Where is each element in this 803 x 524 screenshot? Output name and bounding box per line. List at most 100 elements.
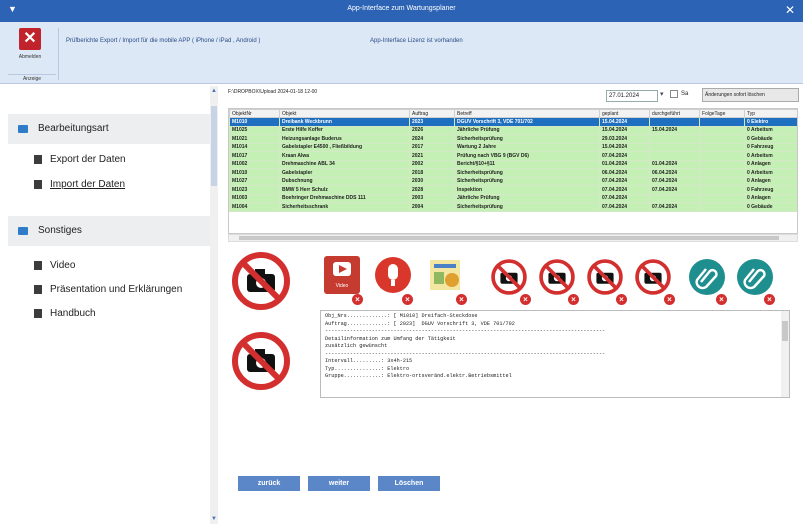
- table-cell: DGUV Vorschrift 3, VDE 701/702: [454, 117, 600, 127]
- table-cell: 0 Fahrzeug: [744, 185, 797, 195]
- table-cell: Sicherheitsprüfung: [454, 134, 600, 144]
- table-cell: 07.04.2024: [599, 151, 650, 161]
- scroll-up-icon[interactable]: ▲: [210, 88, 218, 94]
- sidebar-section-sonstiges[interactable]: Sonstiges: [8, 216, 210, 246]
- date-field[interactable]: 27.01.2024: [606, 90, 658, 102]
- table-row[interactable]: M1010 Gabelstapler 2018 Sicherheitsprüfung 0…: [229, 168, 797, 178]
- sidebar-item-export[interactable]: Export der Daten: [34, 154, 126, 165]
- table-row[interactable]: M1004 Sicherheitsschrank 2004 Sicherheitspr…: [229, 202, 797, 212]
- table-row[interactable]: M1025 Erste Hilfe Koffer 2026 Jährliche Prü…: [229, 125, 797, 135]
- paperclip-icon[interactable]: [736, 258, 774, 296]
- column-header[interactable]: Objekt: [279, 109, 410, 118]
- paperclip-icon[interactable]: [688, 258, 726, 296]
- sidebar-scrollbar[interactable]: ▲ ▼: [210, 86, 218, 524]
- column-header[interactable]: Auftrag: [409, 109, 455, 118]
- table-cell: 2023: [409, 117, 455, 127]
- chevron-down-icon[interactable]: ▾: [660, 90, 664, 98]
- delete-button[interactable]: Löschen: [378, 476, 440, 491]
- sidebar-item-import[interactable]: Import der Daten: [34, 179, 125, 190]
- delete-changes-button[interactable]: Änderungen sofort löschen: [702, 88, 799, 102]
- scroll-down-icon[interactable]: ▼: [210, 516, 218, 522]
- video-thumbnail[interactable]: Video: [324, 256, 360, 294]
- remove-icon[interactable]: ×: [402, 294, 413, 305]
- table-cell: 0 Anlagen: [744, 176, 797, 186]
- table-cell: 2030: [409, 176, 455, 186]
- table-cell: 15.04.2024: [599, 125, 650, 135]
- table-cell: [699, 125, 745, 135]
- sidebar-item-praesentation[interactable]: Präsentation und Erklärungen: [34, 284, 182, 295]
- sidebar-item-handbuch[interactable]: Handbuch: [34, 308, 96, 319]
- notes-image-icon[interactable]: [426, 256, 464, 294]
- table-row[interactable]: M1010 Dreibank Weckbrunn 2023 DGUV Vorschri…: [229, 117, 797, 127]
- column-header[interactable]: geplant: [599, 109, 650, 118]
- column-header[interactable]: Typ: [744, 109, 797, 118]
- remove-icon[interactable]: ×: [456, 294, 467, 305]
- sidebar-item-label: Export der Daten: [50, 154, 126, 165]
- remove-icon[interactable]: ×: [616, 294, 627, 305]
- table-cell: Sicherheitsschrank: [279, 202, 410, 212]
- table-cell: 06.04.2024: [649, 168, 700, 178]
- remove-icon[interactable]: ×: [716, 294, 727, 305]
- remove-icon[interactable]: ×: [520, 294, 531, 305]
- table-row[interactable]: M1003 Boehringer Drehmaschine DDS 111 2003…: [229, 193, 797, 203]
- remove-icon[interactable]: ×: [568, 294, 579, 305]
- table-row[interactable]: M1023 BMW 5 Herr Schulz 2028 Inspektion 07.0…: [229, 185, 797, 195]
- table-row[interactable]: M1027 Dubschnung 2030 Sicherheitsprüfung 07.…: [229, 176, 797, 186]
- table-cell: 01.04.2024: [649, 159, 700, 169]
- no-camera-icon[interactable]: [634, 258, 672, 296]
- sidebar-item-label: Import der Daten: [50, 179, 126, 190]
- logout-button[interactable]: ✕ Abmelden: [12, 28, 48, 80]
- table-cell: 07.04.2024: [649, 202, 700, 212]
- scrollbar-thumb[interactable]: [211, 106, 217, 186]
- table-cell: 15.04.2024: [599, 142, 650, 152]
- table-cell: BMW 5 Herr Schulz: [279, 185, 410, 195]
- table-cell: Jährliche Prüfung: [454, 125, 600, 135]
- column-header[interactable]: Betreff: [454, 109, 600, 118]
- table-row[interactable]: M1014 Gabelstapler E4500 , Fließbildung 20…: [229, 142, 797, 152]
- text-line: Gruppe............: Elektro-ortsveränd.e…: [325, 373, 512, 379]
- sidebar-item-label: Präsentation und Erklärungen: [50, 284, 183, 295]
- table-cell: 0 Elektro: [744, 117, 797, 127]
- table-cell: [699, 176, 745, 186]
- table-cell: Wartung 2 Jahre: [454, 142, 600, 152]
- no-camera-icon[interactable]: [230, 250, 292, 312]
- table-row[interactable]: M1021 Heizungsanlage Buderus 2024 Sicherhei…: [229, 134, 797, 144]
- sidebar-item-label: Video: [50, 260, 76, 271]
- table-cell: M1027: [229, 176, 280, 186]
- microphone-icon[interactable]: [374, 256, 412, 294]
- sidebar-item-video[interactable]: Video: [34, 260, 75, 271]
- table-horizontal-scrollbar[interactable]: [228, 234, 798, 242]
- remove-icon[interactable]: ×: [352, 294, 363, 305]
- table-cell: M1002: [229, 159, 280, 169]
- no-camera-icon[interactable]: [490, 258, 528, 296]
- table-cell: 2017: [409, 142, 455, 152]
- table-cell: 2021: [409, 151, 455, 161]
- next-button[interactable]: weiter: [308, 476, 370, 491]
- no-camera-icon[interactable]: [538, 258, 576, 296]
- column-header[interactable]: durchgeführt: [649, 109, 700, 118]
- ribbon: ✕ Abmelden Anzeige Prüfberichte Export /…: [0, 22, 803, 84]
- textarea-scrollbar[interactable]: [781, 311, 789, 397]
- table-cell: Heizungsanlage Buderus: [279, 134, 410, 144]
- sidebar-section-bearbeitungsart[interactable]: Bearbeitungsart: [8, 114, 210, 144]
- saturday-checkbox[interactable]: [670, 90, 678, 98]
- table-cell: 07.04.2024: [649, 176, 700, 186]
- text-line: Detailinformation zum Umfang der Tätigke…: [325, 335, 456, 342]
- logout-label: Abmelden: [18, 54, 42, 60]
- back-button[interactable]: zurück: [238, 476, 300, 491]
- scrollbar-thumb[interactable]: [239, 236, 779, 240]
- no-camera-icon[interactable]: [230, 330, 292, 392]
- column-header[interactable]: FolgeTage: [699, 109, 745, 118]
- window-title: App-Interface zum Wartungsplaner: [347, 5, 456, 12]
- no-camera-icon[interactable]: [586, 258, 624, 296]
- scrollbar-thumb[interactable]: [782, 321, 788, 341]
- table-row[interactable]: M1017 Kraan Alwa 2021 Prüfung nach VBG 9 (B…: [229, 151, 797, 161]
- detail-textarea[interactable]: Obj_Nrs.............: [ M1010] Dreifach-…: [320, 310, 790, 398]
- remove-icon[interactable]: ×: [764, 294, 775, 305]
- table-cell: 0 Anlagen: [744, 193, 797, 203]
- table-cell: M1004: [229, 202, 280, 212]
- table-row[interactable]: M1002 Drehmaschine ABL 34 2002 Bericht/§10+…: [229, 159, 797, 169]
- close-icon[interactable]: ✕: [785, 3, 795, 17]
- column-header[interactable]: ObjektNr: [229, 109, 280, 118]
- remove-icon[interactable]: ×: [664, 294, 675, 305]
